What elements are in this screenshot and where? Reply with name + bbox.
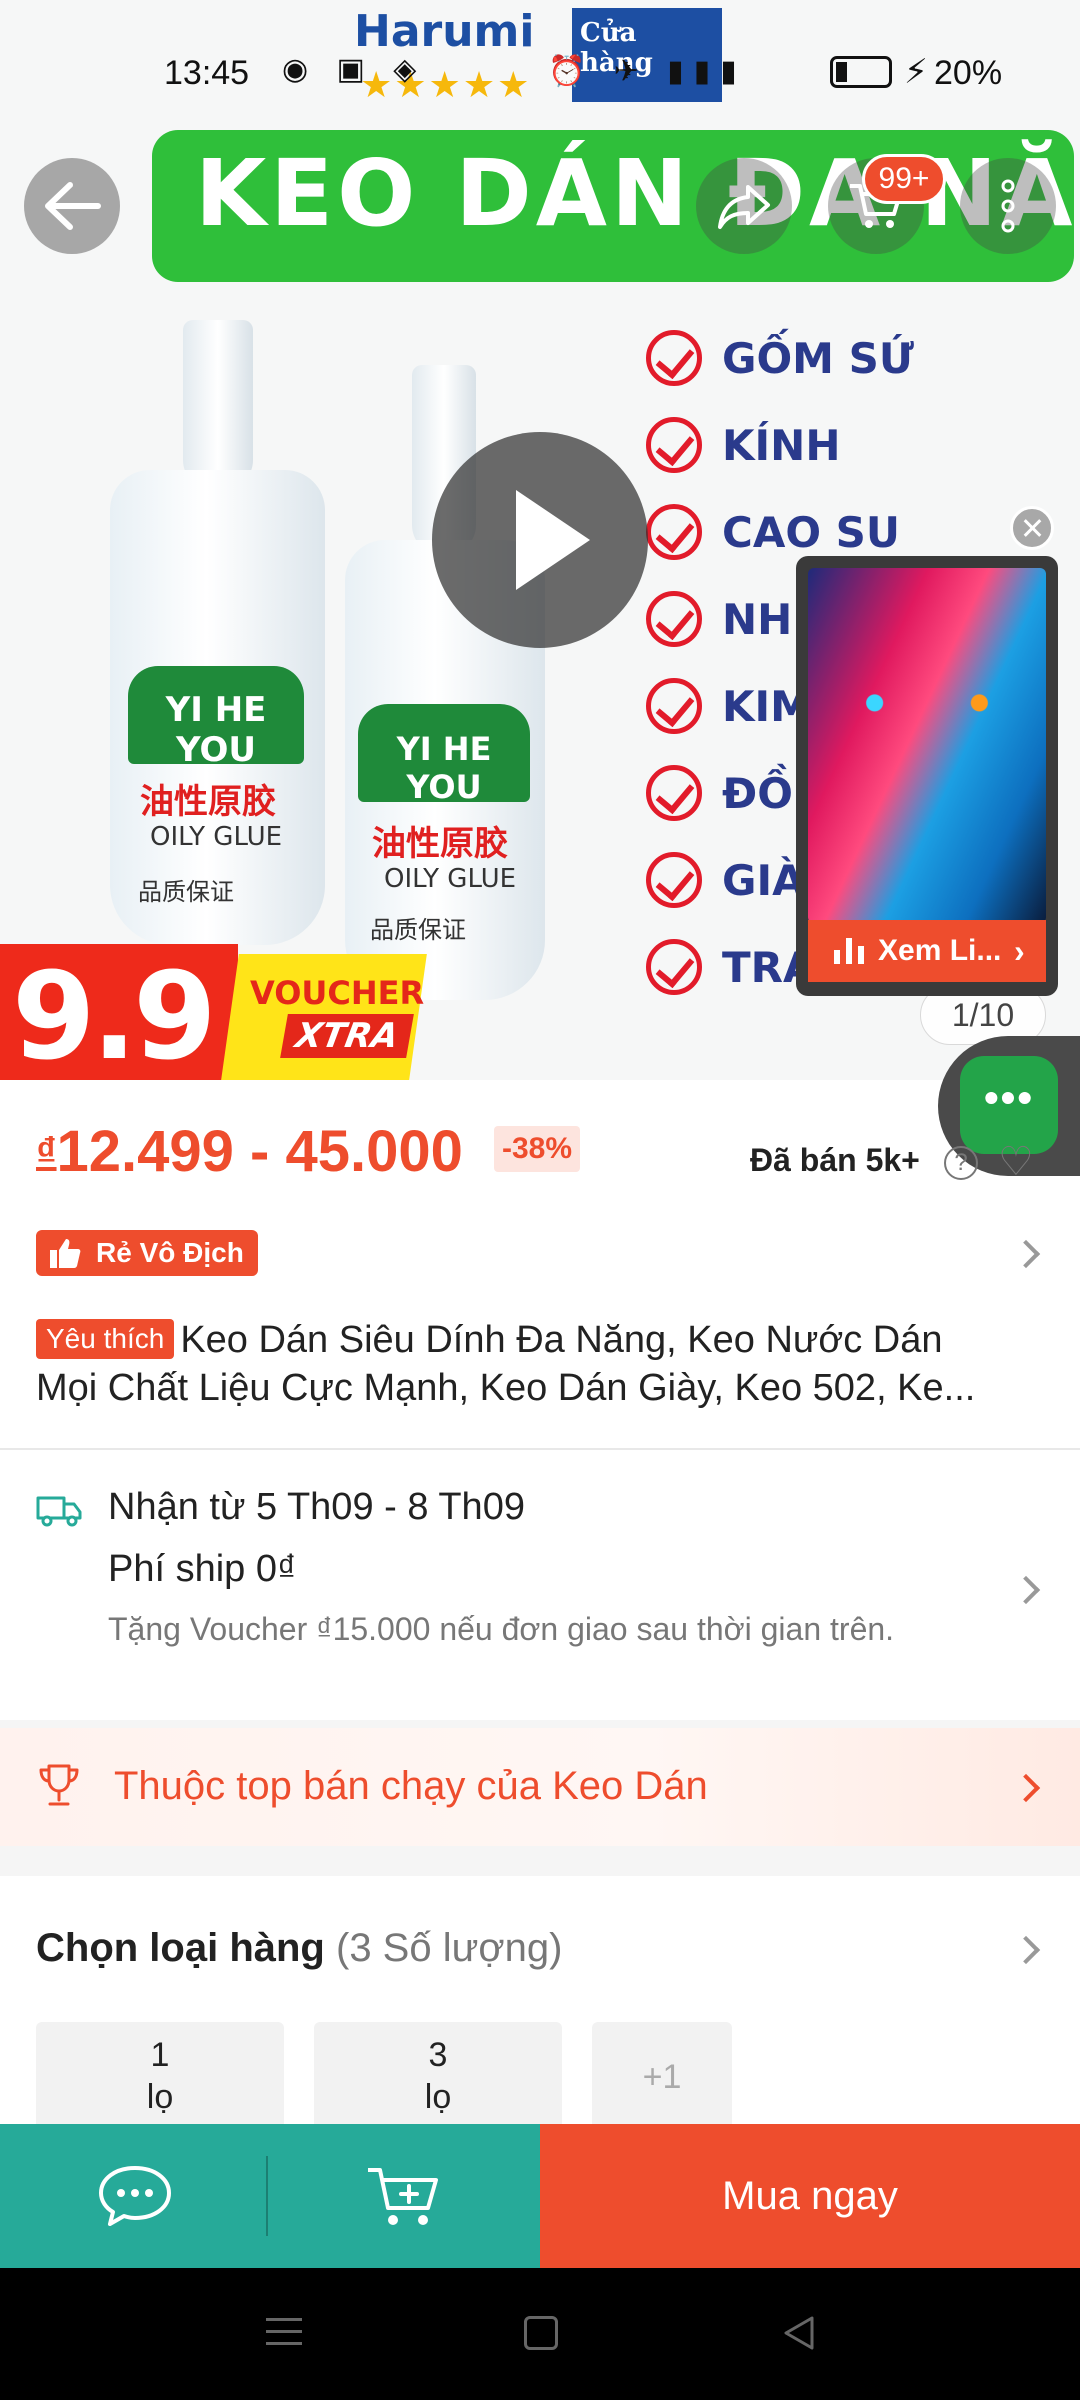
notification-icons: ◉ ▣ ◈ [282, 53, 427, 86]
arrow-left-icon [45, 182, 101, 230]
recent-apps-icon[interactable] [266, 2316, 302, 2348]
trophy-icon [39, 1764, 79, 1806]
watch-live-label: Xem Li... [878, 934, 1002, 967]
chat-button[interactable] [0, 2124, 268, 2268]
bottom-action-bar: Mua ngay [0, 2124, 1080, 2268]
bottle-red-label: 油性原胶 [140, 782, 276, 822]
share-icon [718, 185, 770, 229]
back-button[interactable] [24, 158, 120, 254]
thumbs-up-icon [50, 1239, 81, 1268]
voucher-xtra-banner: 9.9 VOUCHER XTRA [0, 944, 427, 1080]
voucher-xtra-label: XTRA [280, 1014, 414, 1058]
add-to-cart-icon [368, 2168, 438, 2225]
bottle-quality-label: 品质保证 [138, 878, 234, 906]
variant-option[interactable]: 1 lọ [36, 2022, 284, 2132]
section-gap [0, 1846, 1080, 1876]
product-title: Yêu thích Keo Dán Siêu Dính Đa Năng, Keo … [36, 1316, 1046, 1364]
favorite-heart-icon[interactable]: ♡ [998, 1142, 1034, 1182]
livestream-popup[interactable]: Xem Li... › [796, 556, 1058, 996]
back-triangle-icon[interactable] [780, 2314, 816, 2352]
currency-symbol: ₫ [36, 1130, 57, 1174]
more-vertical-icon [1001, 179, 1015, 233]
chevron-right-icon[interactable] [1011, 1239, 1041, 1269]
buy-now-button[interactable]: Mua ngay [540, 2124, 1080, 2268]
bottle-sub-label: OILY GLUE [384, 864, 517, 894]
battery-percent: 20% [934, 54, 1003, 92]
chat-bubble-icon [99, 2166, 171, 2226]
checkmark-icon [646, 591, 702, 647]
cheapest-badge-label: Rẻ Vô Địch [96, 1237, 244, 1268]
chevron-right-icon[interactable] [1011, 1575, 1041, 1605]
shipping-voucher-note: Tặng Voucher ₫15.000 nếu đơn giao sau th… [108, 1611, 895, 1647]
variant-option[interactable]: 3 lọ [314, 2022, 562, 2132]
bottle-nozzle [183, 320, 253, 490]
play-video-button[interactable] [432, 432, 648, 648]
more-variants-button[interactable]: +1 [592, 2022, 732, 2132]
status-time: 13:45 [164, 54, 250, 92]
cheapest-badge[interactable]: Rẻ Vô Địch [36, 1230, 258, 1276]
help-icon[interactable]: ? [944, 1146, 978, 1180]
signal-icons: ⏰ ✈ ▮▮▮ [548, 55, 747, 88]
price-value: 12.499 - 45.000 [56, 1119, 463, 1184]
bottle-quality-label: 品质保证 [370, 916, 466, 944]
voucher-word: VOUCHER [250, 974, 425, 1012]
battery-icon [830, 56, 892, 88]
bottle-brand-label: YI HE YOU [358, 704, 530, 806]
discount-badge: -38% [494, 1126, 581, 1172]
equalizer-icon [834, 938, 864, 964]
favorite-shop-tag: Yêu thích [36, 1319, 175, 1359]
bottle-sub-label: OILY GLUE [150, 822, 283, 852]
variant-count: (3 Số lượng) [336, 1926, 563, 1970]
variant-section-title[interactable]: Chọn loại hàng (3 Số lượng) [36, 1926, 562, 1971]
checkmark-icon [646, 852, 702, 908]
more-options-button[interactable] [960, 158, 1056, 254]
bottle-red-label: 油性原胶 [372, 824, 508, 864]
product-title-line1: Keo Dán Siêu Dính Đa Năng, Keo Nước Dán [180, 1319, 943, 1361]
divider [0, 1448, 1080, 1450]
bottle-brand-label: YI HE YOU [128, 666, 304, 770]
chevron-right-icon: › [1014, 933, 1025, 969]
share-button[interactable] [696, 158, 792, 254]
checkmark-icon [646, 765, 702, 821]
banner-title: KEO DÁN ĐA NĂNG [195, 140, 1080, 247]
checkmark-icon [646, 678, 702, 734]
product-title-line2: Mọi Chất Liệu Cực Mạnh, Keo Dán Giày, Ke… [36, 1367, 976, 1409]
add-to-cart-button[interactable] [268, 2124, 540, 2268]
close-live-popup-button[interactable] [1010, 506, 1054, 550]
checkmark-icon [646, 417, 702, 473]
sold-count: Đã bán 5k+ [750, 1142, 920, 1178]
home-icon[interactable] [524, 2316, 558, 2350]
delivery-date: Nhận từ 5 Th09 - 8 Th09 [108, 1486, 525, 1528]
price-range: ₫12.499 - 45.000 [36, 1118, 463, 1185]
watch-live-button[interactable]: Xem Li... › [808, 920, 1046, 982]
shipping-fee: Phí ship 0₫ [108, 1548, 297, 1590]
charging-icon: ⚡ [904, 53, 928, 91]
cart-count-badge: 99+ [862, 154, 946, 204]
top-seller-text: Thuộc top bán chạy của Keo Dán [114, 1764, 708, 1808]
checkmark-icon [646, 939, 702, 995]
checkmark-icon [646, 330, 702, 386]
livestream-thumbnail[interactable] [808, 568, 1046, 923]
status-bar: 13:45 ◉ ▣ ◈ ⏰ ✈ ▮▮▮ ⚡ 20% [0, 40, 1080, 104]
checkmark-icon [646, 504, 702, 560]
voucher-number: 9.9 [12, 948, 217, 1080]
delivery-truck-icon [36, 1496, 82, 1527]
chevron-right-icon[interactable] [1011, 1935, 1041, 1965]
